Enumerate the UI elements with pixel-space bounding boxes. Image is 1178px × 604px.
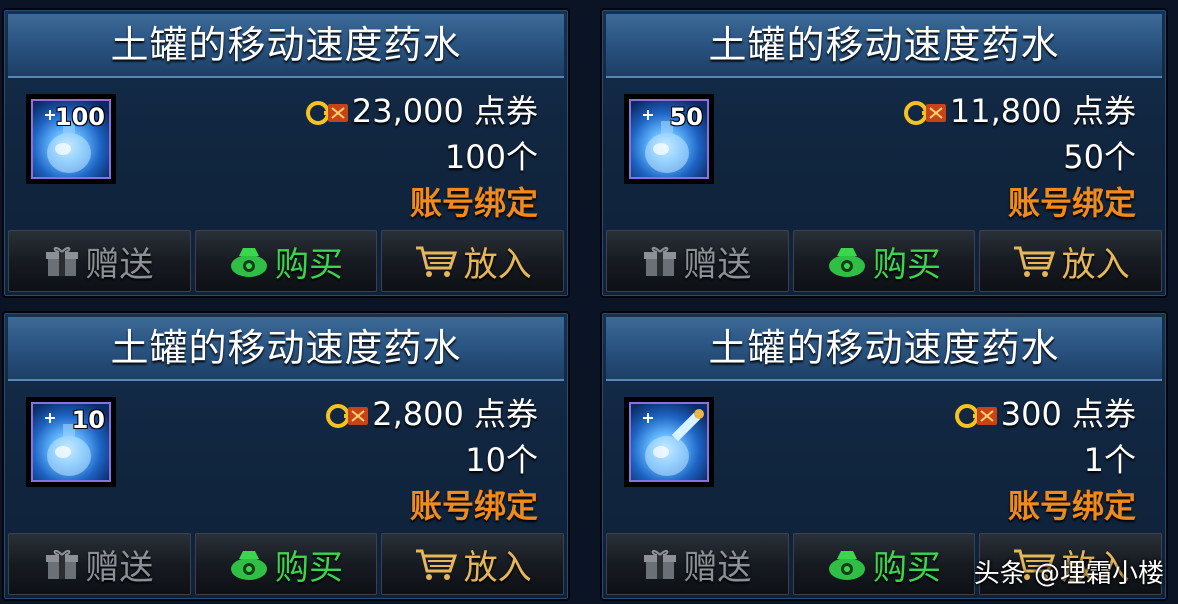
quantity-label: 100个 bbox=[444, 138, 538, 176]
item-stack-count: 10 bbox=[71, 406, 105, 434]
buy-button[interactable]: 购买 bbox=[194, 230, 378, 292]
item-title: 土罐的移动速度药水 bbox=[8, 317, 564, 381]
price-row: 11,800 点券 bbox=[902, 88, 1136, 134]
buy-button[interactable]: 购买 bbox=[792, 230, 976, 292]
item-title: 土罐的移动速度药水 bbox=[606, 14, 1162, 78]
gift-button-label: 赠送 bbox=[85, 244, 154, 285]
item-stack-count: 100 bbox=[54, 103, 105, 131]
price-value: 300 bbox=[1000, 395, 1062, 433]
gift-icon bbox=[46, 246, 79, 276]
action-bar: 赠送 购买 放入 bbox=[8, 533, 565, 595]
gift-icon bbox=[644, 549, 677, 579]
item-slot[interactable] bbox=[624, 397, 714, 487]
item-title: 土罐的移动速度药水 bbox=[606, 317, 1162, 381]
buy-button-label: 购买 bbox=[873, 244, 941, 285]
coupon-icon bbox=[305, 101, 348, 125]
gift-button[interactable]: 赠送 bbox=[606, 230, 789, 292]
item-slot[interactable]: 100 bbox=[26, 94, 116, 184]
money-bag-icon bbox=[231, 551, 267, 580]
gift-icon bbox=[644, 246, 677, 276]
gift-button-label: 赠送 bbox=[85, 547, 154, 588]
currency-label: 点券 bbox=[473, 395, 538, 433]
quantity-label: 50个 bbox=[1063, 138, 1136, 176]
gift-button[interactable]: 赠送 bbox=[8, 230, 191, 292]
cart-button-label: 放入 bbox=[1061, 244, 1130, 285]
watermark: 头条 @埋霜小楼 bbox=[973, 559, 1164, 589]
buy-button[interactable]: 购买 bbox=[194, 533, 378, 595]
item-slot[interactable]: 50 bbox=[624, 94, 714, 184]
account-bind-label: 账号绑定 bbox=[409, 487, 538, 525]
item-slot[interactable]: 10 bbox=[26, 397, 116, 487]
money-bag-icon bbox=[231, 248, 267, 277]
currency-label: 点券 bbox=[1071, 395, 1136, 433]
cart-button[interactable]: 放入 bbox=[979, 230, 1163, 292]
price-value: 2,800 bbox=[372, 395, 464, 433]
shop-item-card: 土罐的移动速度药水 100 23,000 点券 100个 账号绑定 赠送 购买 … bbox=[2, 8, 570, 298]
account-bind-label: 账号绑定 bbox=[1007, 487, 1136, 525]
price-value: 11,800 bbox=[949, 92, 1062, 130]
currency-label: 点券 bbox=[473, 92, 538, 130]
potion-flask-icon: 10 bbox=[31, 402, 111, 482]
shopping-cart-icon bbox=[1013, 246, 1055, 277]
quantity-label: 1个 bbox=[1083, 441, 1136, 479]
cart-button[interactable]: 放入 bbox=[381, 230, 565, 292]
shop-panel: 土罐的移动速度药水 100 23,000 点券 100个 账号绑定 赠送 购买 … bbox=[0, 0, 1178, 604]
action-bar: 赠送 购买 放入 bbox=[8, 230, 565, 292]
shop-item-card: 土罐的移动速度药水 10 2,800 点券 10个 账号绑定 赠送 购买 放入 bbox=[2, 311, 570, 601]
currency-label: 点券 bbox=[1071, 92, 1136, 130]
price-value: 23,000 bbox=[351, 92, 464, 130]
shopping-cart-icon bbox=[415, 549, 457, 580]
gift-button[interactable]: 赠送 bbox=[8, 533, 191, 595]
gift-icon bbox=[46, 549, 79, 579]
cart-button-label: 放入 bbox=[463, 244, 532, 285]
gift-button-label: 赠送 bbox=[683, 244, 752, 285]
potion-flask-icon: 100 bbox=[31, 99, 111, 179]
gift-button-label: 赠送 bbox=[683, 547, 752, 588]
gift-button[interactable]: 赠送 bbox=[606, 533, 789, 595]
quantity-label: 10个 bbox=[465, 441, 538, 479]
cart-button[interactable]: 放入 bbox=[381, 533, 565, 595]
price-row: 300 点券 bbox=[953, 391, 1136, 437]
buy-button-label: 购买 bbox=[275, 244, 343, 285]
money-bag-icon bbox=[829, 551, 865, 580]
buy-button-label: 购买 bbox=[873, 547, 941, 588]
coupon-icon bbox=[954, 404, 997, 428]
coupon-icon bbox=[326, 404, 369, 428]
coupon-icon bbox=[903, 101, 946, 125]
shop-item-card: 土罐的移动速度药水 50 11,800 点券 50个 账号绑定 赠送 购买 放入 bbox=[600, 8, 1168, 298]
potion-flask-icon: 50 bbox=[629, 99, 709, 179]
action-bar: 赠送 购买 放入 bbox=[606, 230, 1163, 292]
buy-button[interactable]: 购买 bbox=[792, 533, 976, 595]
buy-button-label: 购买 bbox=[275, 547, 343, 588]
shopping-cart-icon bbox=[415, 246, 457, 277]
money-bag-icon bbox=[829, 248, 865, 277]
price-row: 2,800 点券 bbox=[324, 391, 538, 437]
potion-flask-icon bbox=[629, 402, 709, 482]
item-title: 土罐的移动速度药水 bbox=[8, 14, 564, 78]
cart-button-label: 放入 bbox=[463, 547, 532, 588]
account-bind-label: 账号绑定 bbox=[1007, 184, 1136, 222]
item-stack-count: 50 bbox=[669, 103, 703, 131]
account-bind-label: 账号绑定 bbox=[409, 184, 538, 222]
price-row: 23,000 点券 bbox=[304, 88, 538, 134]
